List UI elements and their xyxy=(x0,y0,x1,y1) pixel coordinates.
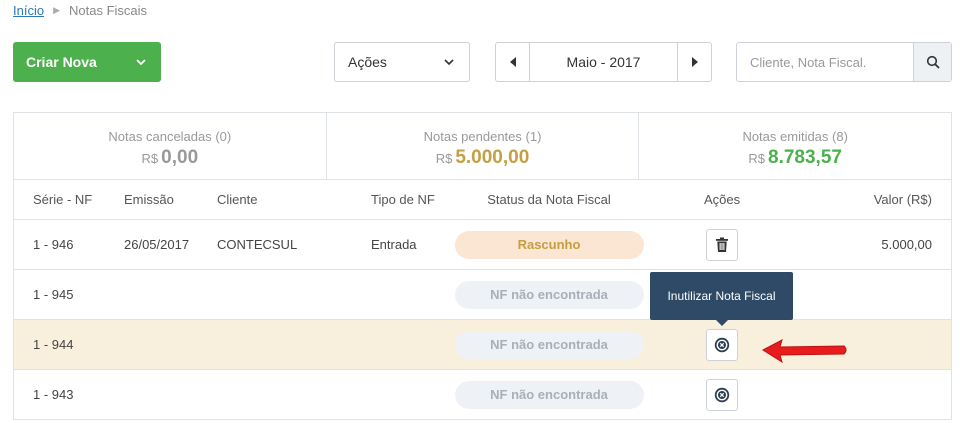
summary-caption: Notas pendentes (1) xyxy=(423,129,542,144)
search-button[interactable] xyxy=(913,43,951,81)
cell-nf: 1 - 946 xyxy=(33,237,74,252)
delete-button[interactable] xyxy=(706,228,738,261)
cancel-icon xyxy=(714,337,730,352)
breadcrumb-current: Notas Fiscais xyxy=(69,3,148,18)
cell-nf: 1 - 944 xyxy=(33,337,74,352)
red-arrow-icon xyxy=(762,339,847,364)
header-type: Tipo de NF xyxy=(371,192,435,207)
invoices-table: Série - NF Emissão Cliente Tipo de NF St… xyxy=(13,180,952,420)
breadcrumb: Início ▶ Notas Fiscais xyxy=(13,3,147,18)
chevron-down-icon xyxy=(444,59,454,66)
search-input[interactable] xyxy=(737,43,913,81)
table-header-row: Série - NF Emissão Cliente Tipo de NF St… xyxy=(14,180,951,220)
table-row[interactable]: 1 - 943 NF não encontrada xyxy=(14,370,951,420)
currency-label: R$ xyxy=(435,151,453,166)
search-icon xyxy=(926,55,940,69)
actions-dropdown-label: Ações xyxy=(348,54,387,70)
search-box xyxy=(736,42,952,82)
cell-nf: 1 - 945 xyxy=(33,287,74,302)
summary-value: 0,00 xyxy=(161,147,199,168)
header-emission: Emissão xyxy=(124,192,174,207)
summary-pending: Notas pendentes (1) R$ 5.000,00 xyxy=(325,113,639,179)
create-new-label: Criar Nova xyxy=(26,54,97,70)
summary-caption: Notas emitidas (8) xyxy=(742,129,848,144)
currency-label: R$ xyxy=(748,151,765,166)
create-new-button[interactable]: Criar Nova xyxy=(13,42,161,82)
breadcrumb-separator-icon: ▶ xyxy=(53,5,60,15)
caret-right-icon xyxy=(691,57,698,67)
trash-icon xyxy=(716,237,728,252)
table-row[interactable]: 1 - 946 26/05/2017 CONTECSUL Entrada Ras… xyxy=(14,220,951,270)
actions-dropdown[interactable]: Ações xyxy=(334,42,470,82)
currency-label: R$ xyxy=(141,151,159,166)
invalidate-invoice-button[interactable] xyxy=(706,378,738,411)
status-badge: NF não encontrada xyxy=(454,330,644,359)
header-nf: Série - NF xyxy=(33,192,93,207)
summary-issued: Notas emitidas (8) R$ 8.783,57 xyxy=(638,113,951,179)
invalidate-invoice-button[interactable] xyxy=(706,328,738,361)
header-value: Valor (R$) xyxy=(873,192,932,207)
breadcrumb-home-link[interactable]: Início xyxy=(13,3,44,18)
cell-value: 5.000,00 xyxy=(881,237,932,252)
next-month-button[interactable] xyxy=(677,43,711,81)
previous-month-button[interactable] xyxy=(496,43,530,81)
tooltip: Inutilizar Nota Fiscal xyxy=(650,272,793,326)
summary-value: 8.783,57 xyxy=(768,147,842,168)
status-badge: NF não encontrada xyxy=(454,380,644,409)
cell-emission: 26/05/2017 xyxy=(124,237,190,252)
summary-panel: Notas canceladas (0) R$ 0,00 Notas penden… xyxy=(13,112,952,180)
caret-left-icon xyxy=(509,57,516,67)
header-actions: Ações xyxy=(703,192,741,207)
status-badge: NF não encontrada xyxy=(454,280,644,309)
cancel-icon xyxy=(714,387,730,402)
cell-nf: 1 - 943 xyxy=(33,387,74,402)
header-client: Cliente xyxy=(217,192,258,207)
status-badge: Rascunho xyxy=(454,230,644,259)
header-status: Status da Nota Fiscal xyxy=(487,192,611,207)
cell-client: CONTECSUL xyxy=(217,237,298,252)
summary-caption: Notas canceladas (0) xyxy=(108,129,232,144)
cell-type: Entrada xyxy=(371,237,417,252)
month-navigator: Maio - 2017 xyxy=(495,42,712,82)
current-month-label: Maio - 2017 xyxy=(566,54,641,70)
chevron-down-icon xyxy=(136,59,146,66)
summary-canceled: Notas canceladas (0) R$ 0,00 xyxy=(14,113,326,179)
summary-value: 5.000,00 xyxy=(455,147,530,168)
table-row[interactable]: 1 - 945 NF não encontrada xyxy=(14,270,951,320)
